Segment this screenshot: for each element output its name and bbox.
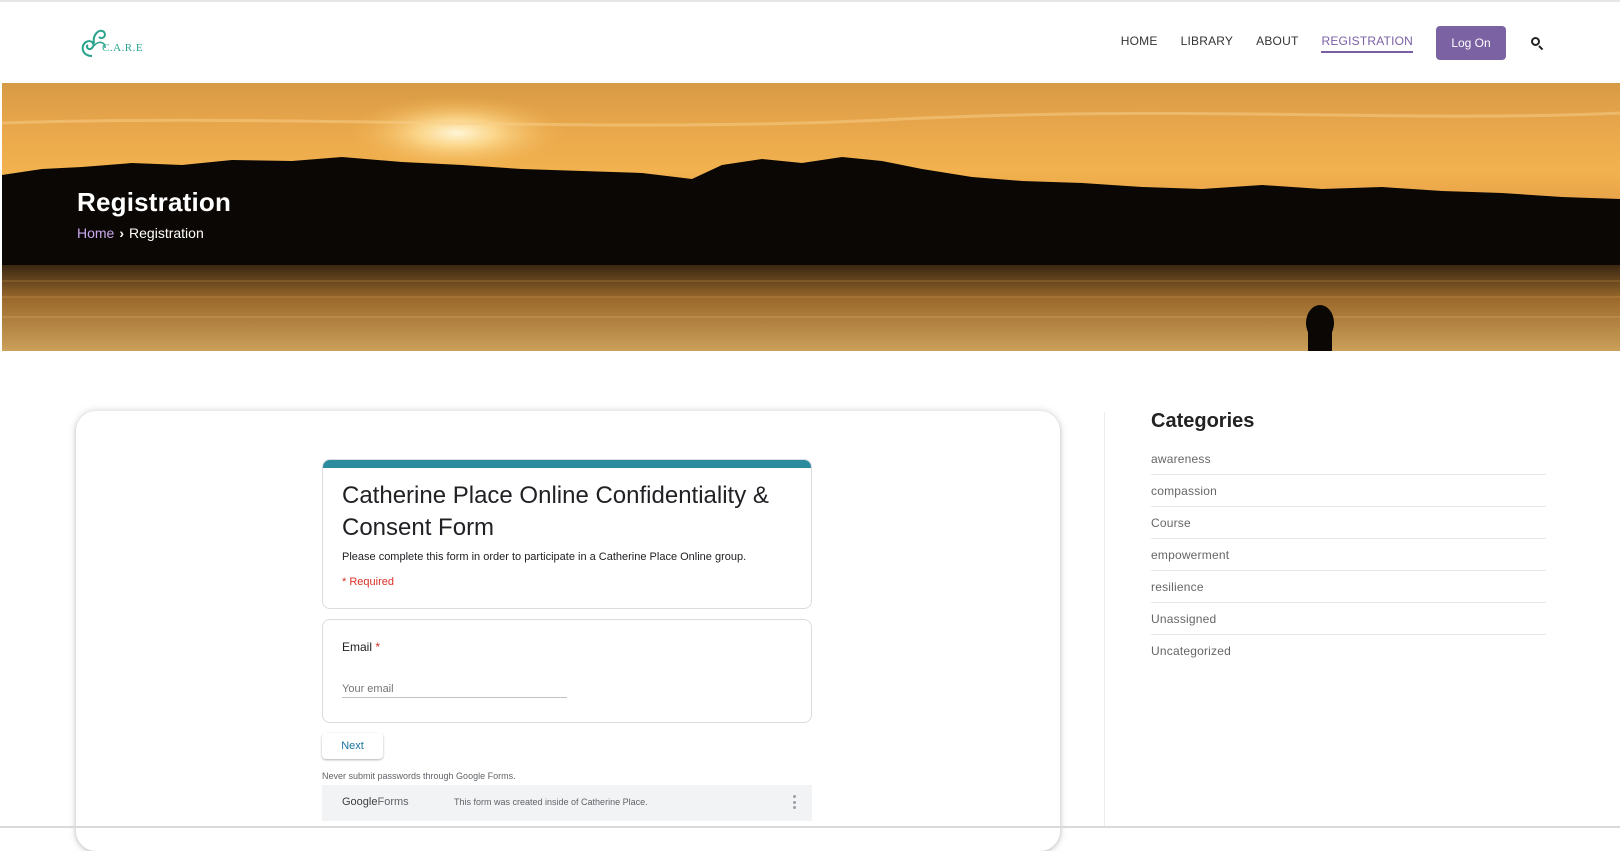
form-header: Catherine Place Online Confidentiality &… [322,459,812,609]
form-description: Please complete this form in order to pa… [342,551,747,563]
breadcrumb-home[interactable]: Home [77,225,114,241]
email-field[interactable] [342,680,567,698]
content-card: Catherine Place Online Confidentiality &… [76,411,1060,851]
site-header: C.A.R.E HOME LIBRARY ABOUT REGISTRATION … [0,2,1620,83]
sunset-lake-image [2,95,1620,351]
footer-note: This form was created inside of Catherin… [454,797,648,807]
embedded-google-form: Catherine Place Online Confidentiality &… [322,459,812,821]
form-accent-bar [323,460,811,468]
sidebar-divider [1104,412,1105,828]
main-nav: HOME LIBRARY ABOUT REGISTRATION Log On [1098,26,1544,60]
category-link-empowerment[interactable]: empowerment [1151,539,1546,571]
google-forms-footer: GoogleForms This form was created inside… [322,785,812,821]
care-logo[interactable]: C.A.R.E [78,22,144,64]
hero-banner: Registration Home › Registration [2,83,1620,351]
breadcrumb-current: Registration [129,225,204,241]
next-button[interactable]: Next [322,733,383,759]
category-link-resilience[interactable]: resilience [1151,571,1546,603]
required-note: * Required [342,576,394,588]
form-title: Catherine Place Online Confidentiality &… [342,482,769,541]
log-on-button[interactable]: Log On [1436,26,1506,60]
categories-sidebar: Categories awareness compassion Course e… [1151,410,1546,667]
swirl-logo-icon [81,29,106,57]
nav-registration[interactable]: REGISTRATION [1321,34,1413,53]
more-vert-icon[interactable] [793,795,796,809]
email-question: Email * [322,619,812,723]
category-link-awareness[interactable]: awareness [1151,443,1546,475]
nav-library[interactable]: LIBRARY [1181,34,1234,53]
page-title: Registration [77,187,232,217]
search-icon[interactable] [1530,36,1544,51]
category-link-unassigned[interactable]: Unassigned [1151,603,1546,635]
password-warning: Never submit passwords through Google Fo… [322,771,516,781]
logo-text: C.A.R.E [102,42,144,54]
required-star: * [375,640,381,654]
category-link-compassion[interactable]: compassion [1151,475,1546,507]
category-link-course[interactable]: Course [1151,507,1546,539]
breadcrumb: Home › Registration [77,225,204,241]
nav-home[interactable]: HOME [1121,34,1158,53]
question-label: Email * [342,640,381,654]
category-link-uncategorized[interactable]: Uncategorized [1151,635,1546,667]
chevron-right-icon: › [119,225,125,241]
nav-about[interactable]: ABOUT [1256,34,1298,53]
categories-title: Categories [1151,410,1255,432]
google-forms-logo[interactable]: GoogleForms [342,796,409,808]
